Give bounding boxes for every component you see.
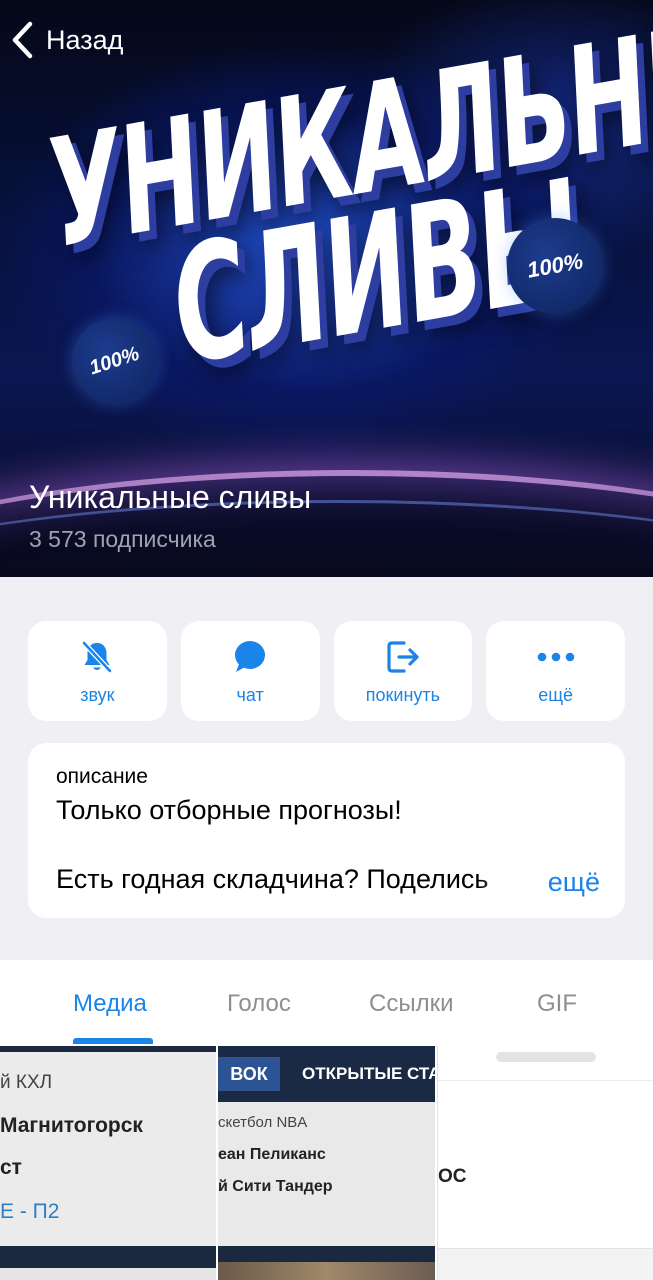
sound-button-label: звук: [80, 684, 115, 705]
channel-cover: УНИКАЛЬНЫЕ СЛИВЫ 100% 100% Назад Уникаль…: [0, 0, 653, 577]
tab-media[interactable]: Медиа: [73, 990, 147, 1018]
description-line1: Только отборные прогнозы!: [56, 795, 402, 825]
back-button-label: Назад: [46, 24, 124, 55]
thumbnail-header-tab: ОТКРЫТЫЕ СТА: [302, 1064, 435, 1083]
subscriber-count: 3 573 подписчика: [29, 526, 216, 552]
channel-title: Уникальные сливы: [29, 479, 312, 515]
thumbnail-text: Магнитогорск: [0, 1114, 143, 1137]
chevron-left-icon: [12, 21, 33, 59]
thumbnail-text: скетбол NBA: [218, 1114, 308, 1131]
more-button-label: ещё: [538, 684, 574, 705]
leave-button-label: покинуть: [365, 684, 440, 705]
media-thumbnail[interactable]: ВОК ОТКРЫТЫЕ СТА скетбол NBA еан Пеликан…: [218, 1046, 435, 1280]
leave-icon: [383, 637, 423, 677]
media-thumbnail[interactable]: й КХЛ Магнитогорск ст Е - П2: [0, 1046, 216, 1280]
cover-badge-left: 100%: [72, 318, 158, 404]
media-thumbnail[interactable]: ОС: [437, 1046, 653, 1280]
back-button[interactable]: Назад: [10, 20, 123, 60]
chat-bubble-icon: [230, 637, 270, 677]
thumbnail-header-tab: ВОК: [218, 1057, 280, 1091]
description-label: описание: [56, 765, 148, 788]
sound-button[interactable]: звук: [28, 621, 167, 721]
tab-voice[interactable]: Голос: [227, 990, 291, 1018]
thumbnail-footer-strip: [0, 1268, 216, 1280]
thumbnail-text: еан Пеликанс: [218, 1146, 326, 1163]
tab-links[interactable]: Ссылки: [369, 990, 454, 1018]
chat-button-label: чат: [236, 684, 264, 705]
channel-actions: звук чат покинуть ещё: [28, 621, 625, 721]
bell-muted-icon: [77, 637, 117, 677]
thumbnail-footer: [438, 1248, 653, 1280]
thumbnail-photo-strip: [218, 1262, 435, 1280]
thumbnail-header: ВОК ОТКРЫТЫЕ СТА: [218, 1046, 435, 1102]
tab-gif[interactable]: GIF: [537, 990, 577, 1018]
cover-badge-right-text: 100%: [525, 248, 585, 283]
more-dots-icon: [536, 637, 576, 677]
more-button[interactable]: ещё: [486, 621, 625, 721]
description-more-link[interactable]: ещё: [548, 867, 600, 898]
active-tab-indicator: [73, 1038, 153, 1044]
leave-button[interactable]: покинуть: [333, 621, 473, 721]
media-tabs: Медиа Голос Ссылки GIF: [0, 960, 653, 1046]
description-line2: Есть годная складчина? Поделись: [56, 864, 489, 894]
thumbnail-text: ОС: [438, 1166, 467, 1187]
cover-badge-right: 100%: [507, 218, 603, 314]
thumbnail-text: Е - П2: [0, 1200, 60, 1223]
thumbnail-footer-strip: [0, 1246, 216, 1268]
thumbnail-text: ст: [0, 1156, 22, 1179]
chat-button[interactable]: чат: [180, 621, 320, 721]
thumbnail-text: й Сити Тандер: [218, 1178, 333, 1195]
thumbnail-drag-pill: [496, 1052, 596, 1062]
media-grid: й КХЛ Магнитогорск ст Е - П2 ВОК ОТКРЫТЫ…: [0, 1046, 653, 1280]
thumbnail-header-strip: [0, 1046, 216, 1052]
thumbnail-divider: [438, 1080, 653, 1081]
cover-badge-left-text: 100%: [87, 342, 143, 379]
description-card: описание Только отборные прогнозы! Есть …: [28, 743, 625, 918]
thumbnail-text: й КХЛ: [0, 1072, 53, 1093]
